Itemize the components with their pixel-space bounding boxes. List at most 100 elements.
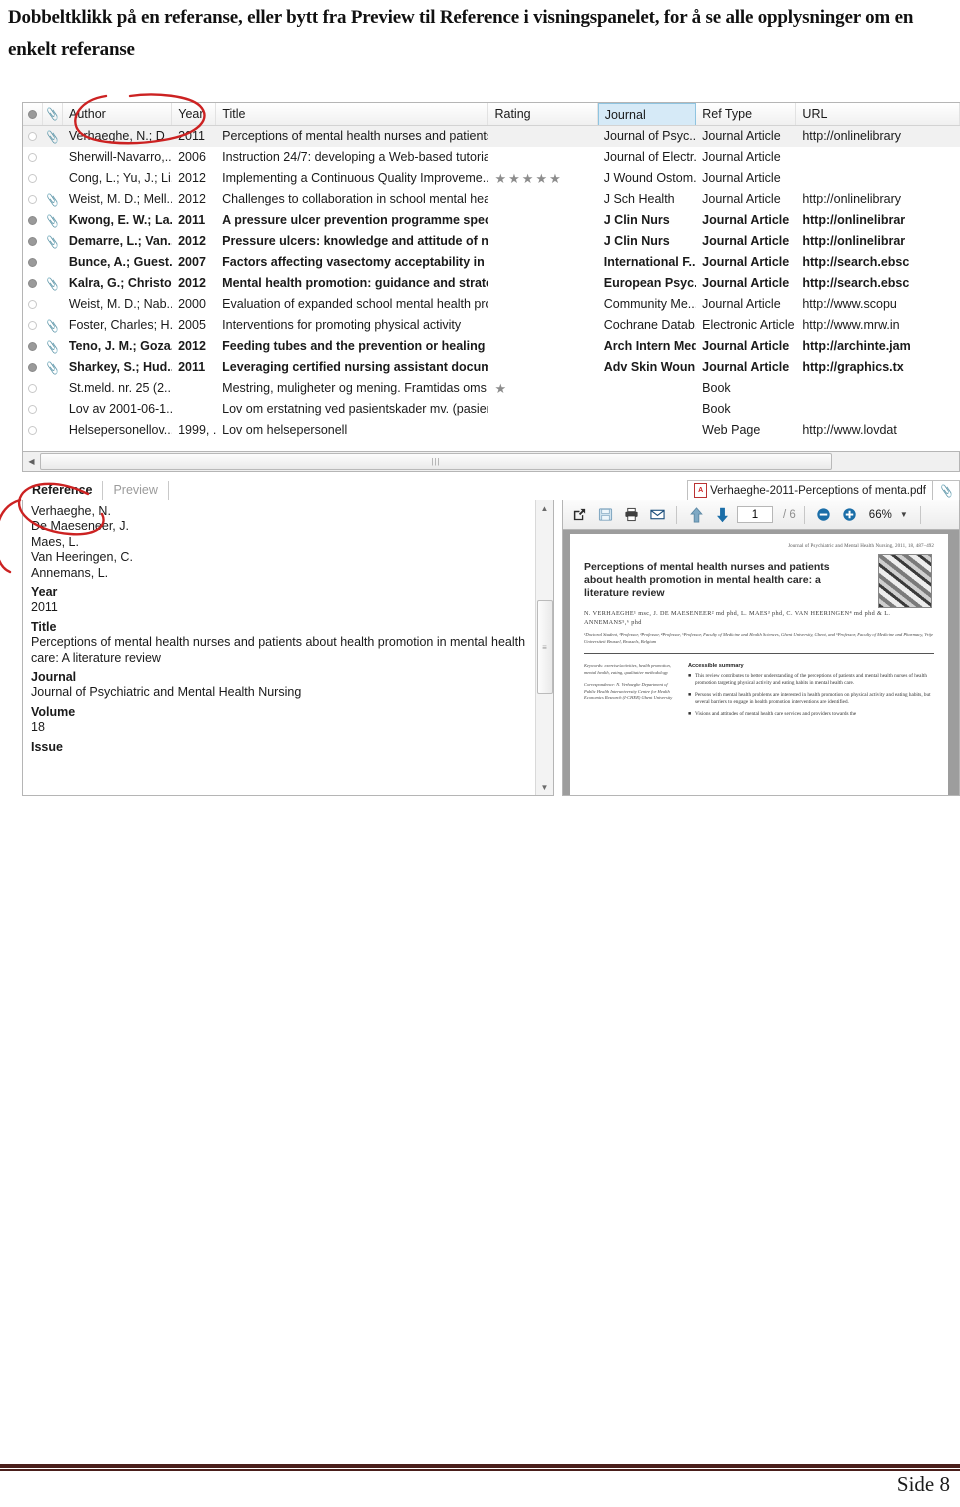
cell-rating[interactable] (488, 315, 597, 336)
row-read-toggle[interactable] (23, 273, 43, 294)
chevron-down-icon[interactable]: ▼ (896, 507, 912, 523)
table-row[interactable]: 📎 Teno, J. M.; Goza... 2012 Feeding tubes a… (23, 336, 960, 357)
row-read-toggle[interactable] (23, 210, 43, 231)
column-ref-type[interactable]: Ref Type (696, 103, 797, 125)
row-attachment[interactable] (43, 420, 63, 441)
row-attachment[interactable] (43, 378, 63, 399)
cell-rating[interactable] (488, 336, 597, 357)
row-read-toggle[interactable] (23, 189, 43, 210)
table-row[interactable]: Sherwill-Navarro,... 2006 Instruction 24/7… (23, 147, 960, 168)
column-journal[interactable]: Journal (597, 103, 697, 125)
row-read-toggle[interactable] (23, 147, 43, 168)
table-row[interactable]: Weist, M. D.; Nab... 2000 Evaluation of ex… (23, 294, 960, 315)
row-read-toggle[interactable] (23, 357, 43, 378)
table-row[interactable]: Bunce, A.; Guest... 2007 Factors affecting… (23, 252, 960, 273)
cell-rating[interactable]: ★★★★★ (488, 168, 597, 189)
table-row[interactable]: Helsepersonellov... 1999, ... Lov om helse… (23, 420, 960, 441)
list-horizontal-scrollbar[interactable]: ◀ ||| (22, 452, 960, 472)
next-page-button[interactable] (711, 504, 733, 526)
cell-journal: J Clin Nurs (603, 234, 670, 248)
table-row[interactable]: Cong, L.; Yu, J.; Li... 2012 Implementing … (23, 168, 960, 189)
cell-title: Implementing a Continuous Quality Improv… (222, 171, 489, 185)
print-button[interactable] (620, 504, 642, 526)
row-attachment[interactable] (43, 399, 63, 420)
column-attachment[interactable]: 📎 (43, 103, 63, 125)
cell-ref-type: Journal Article (702, 213, 790, 227)
zoom-in-button[interactable] (839, 504, 861, 526)
save-button[interactable] (594, 504, 616, 526)
row-read-toggle[interactable] (23, 378, 43, 399)
page-number-input[interactable]: 1 (737, 506, 773, 523)
tab-preview[interactable]: Preview (103, 481, 169, 500)
column-author[interactable]: Author (63, 103, 173, 125)
cell-rating[interactable] (488, 420, 597, 441)
column-url[interactable]: URL (796, 103, 960, 125)
cell-title: Challenges to collaboration in school me… (222, 192, 489, 206)
cell-title: Mestring, muligheter og mening. Framtida… (222, 381, 489, 395)
cell-rating[interactable] (488, 189, 597, 210)
cell-rating[interactable] (488, 210, 597, 231)
row-attachment[interactable] (43, 252, 63, 273)
row-attachment[interactable]: 📎 (43, 315, 63, 336)
row-read-toggle[interactable] (23, 252, 43, 273)
table-row[interactable]: 📎 Sharkey, S.; Hud... 2011 Leveraging certi… (23, 357, 960, 378)
table-row[interactable]: 📎 Verhaeghe, N.; D... 2011 Perceptions of m… (23, 126, 960, 147)
cell-rating[interactable] (488, 252, 597, 273)
table-row[interactable]: 📎 Kalra, G.; Christo... 2012 Mental health … (23, 273, 960, 294)
vertical-scroll-thumb[interactable]: ≡ (536, 600, 553, 694)
column-read-indicator[interactable] (23, 103, 43, 125)
table-row[interactable]: 📎 Foster, Charles; H... 2005 Interventions … (23, 315, 960, 336)
scroll-left-icon[interactable]: ◀ (23, 453, 40, 471)
pdf-page-view[interactable]: Journal of Psychiatric and Mental Health… (562, 530, 960, 796)
detail-vertical-scrollbar[interactable]: ▲ ≡ ▼ (535, 500, 553, 795)
table-row[interactable]: St.meld. nr. 25 (2... Mestring, mulighete… (23, 378, 960, 399)
cell-rating[interactable] (488, 357, 597, 378)
row-attachment[interactable] (43, 168, 63, 189)
scroll-down-icon[interactable]: ▼ (541, 779, 549, 795)
row-read-toggle[interactable] (23, 126, 43, 147)
row-read-toggle[interactable] (23, 231, 43, 252)
tab-reference[interactable]: Reference (22, 481, 104, 500)
attachment-tab[interactable]: 📎 (933, 480, 960, 500)
previous-page-button[interactable] (685, 504, 707, 526)
row-attachment[interactable]: 📎 (43, 231, 63, 252)
row-read-toggle[interactable] (23, 399, 43, 420)
row-attachment[interactable]: 📎 (43, 126, 63, 147)
cell-rating[interactable] (488, 147, 597, 168)
reference-list[interactable]: 📎 Author Year Title Rating Journal Ref T… (22, 102, 960, 452)
cell-rating[interactable] (488, 126, 597, 147)
table-row[interactable]: 📎 Weist, M. D.; Mell... 2012 Challenges to … (23, 189, 960, 210)
row-attachment[interactable]: 📎 (43, 189, 63, 210)
scroll-up-icon[interactable]: ▲ (541, 500, 549, 516)
cell-rating[interactable]: ★ (488, 378, 597, 399)
pdf-file-tab[interactable]: A Verhaeghe-2011-Perceptions of menta.pd… (687, 480, 933, 500)
row-attachment[interactable]: 📎 (43, 273, 63, 294)
row-read-toggle[interactable] (23, 294, 43, 315)
row-attachment[interactable] (43, 294, 63, 315)
horizontal-scroll-thumb[interactable]: ||| (40, 453, 832, 470)
cell-rating[interactable] (488, 294, 597, 315)
cell-rating[interactable] (488, 399, 597, 420)
row-attachment[interactable]: 📎 (43, 210, 63, 231)
table-row[interactable]: 📎 Kwong, E. W.; La... 2011 A pressure ulcer… (23, 210, 960, 231)
detail-field-label: Volume (31, 704, 76, 719)
table-row[interactable]: Lov av 2001-06-1... Lov om erstatning ved… (23, 399, 960, 420)
row-attachment[interactable]: 📎 (43, 336, 63, 357)
open-external-button[interactable] (568, 504, 590, 526)
row-read-toggle[interactable] (23, 315, 43, 336)
row-attachment[interactable]: 📎 (43, 357, 63, 378)
cell-url (796, 378, 960, 399)
row-read-toggle[interactable] (23, 336, 43, 357)
cell-rating[interactable] (488, 273, 597, 294)
zoom-out-button[interactable] (813, 504, 835, 526)
email-button[interactable] (646, 504, 668, 526)
row-attachment[interactable] (43, 147, 63, 168)
cell-rating[interactable] (488, 231, 597, 252)
column-rating[interactable]: Rating (488, 103, 598, 125)
row-read-toggle[interactable] (23, 420, 43, 441)
pdf-summary-bullet: ■ Persons with mental health problems are… (688, 692, 934, 707)
row-read-toggle[interactable] (23, 168, 43, 189)
column-year[interactable]: Year (172, 103, 217, 125)
column-title[interactable]: Title (216, 103, 489, 125)
table-row[interactable]: 📎 Demarre, L.; Van... 2012 Pressure ulcers:… (23, 231, 960, 252)
